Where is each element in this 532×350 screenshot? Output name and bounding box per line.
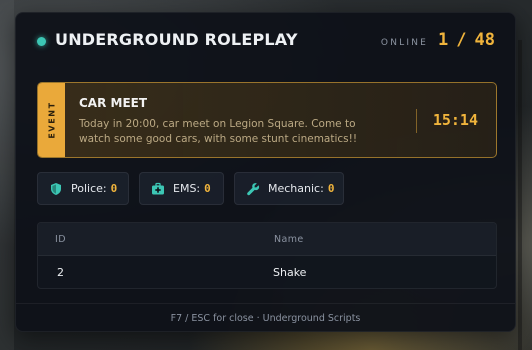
background-pole bbox=[518, 40, 522, 350]
event-divider bbox=[416, 109, 417, 133]
shield-icon bbox=[49, 182, 63, 196]
footer-hint: F7 / ESC for close · Underground Scripts bbox=[170, 313, 361, 324]
table-header: ID Name bbox=[38, 223, 496, 256]
stat-mechanic: Mechanic: 0 bbox=[234, 172, 344, 205]
players-table: ID Name 2 Shake bbox=[37, 222, 497, 289]
panel-header: UNDERGROUND ROLEPLAY ONLINE 1 / 48 bbox=[16, 13, 515, 69]
online-counter: ONLINE 1 / 48 bbox=[381, 30, 495, 50]
event-card: EVENT CAR MEET Today in 20:00, car meet … bbox=[37, 82, 497, 158]
stat-police: Police: 0 bbox=[37, 172, 129, 205]
stat-mechanic-value: 0 bbox=[327, 182, 335, 195]
stat-police-label: Police: bbox=[71, 182, 107, 195]
wrench-icon bbox=[246, 182, 260, 196]
player-name: Shake bbox=[273, 266, 307, 279]
stat-ems-label: EMS: bbox=[173, 182, 201, 195]
event-title: CAR MEET bbox=[79, 96, 148, 110]
medkit-icon bbox=[151, 182, 165, 196]
stat-ems-value: 0 bbox=[204, 182, 211, 195]
scoreboard-panel: UNDERGROUND ROLEPLAY ONLINE 1 / 48 EVENT… bbox=[15, 12, 516, 332]
stat-ems: EMS: 0 bbox=[139, 172, 224, 205]
event-description: Today in 20:00, car meet on Legion Squar… bbox=[79, 118, 358, 145]
panel-footer: F7 / ESC for close · Underground Scripts bbox=[16, 303, 515, 331]
online-separator: / bbox=[456, 30, 467, 50]
online-label: ONLINE bbox=[380, 38, 429, 48]
table-row[interactable]: 2 Shake bbox=[38, 256, 496, 288]
event-time: 15:14 bbox=[432, 111, 478, 129]
stat-mechanic-label: Mechanic: bbox=[268, 182, 324, 195]
background-building bbox=[0, 0, 14, 350]
online-max: 48 bbox=[474, 30, 495, 50]
stat-police-value: 0 bbox=[110, 182, 118, 195]
server-title: UNDERGROUND ROLEPLAY bbox=[55, 30, 298, 49]
column-header-name: Name bbox=[274, 234, 304, 245]
online-status-dot bbox=[37, 37, 46, 46]
player-id: 2 bbox=[57, 266, 64, 279]
event-tag: EVENT bbox=[38, 83, 65, 157]
online-count: 1 bbox=[438, 30, 449, 50]
column-header-id: ID bbox=[55, 234, 66, 245]
event-tag-label: EVENT bbox=[47, 101, 56, 139]
